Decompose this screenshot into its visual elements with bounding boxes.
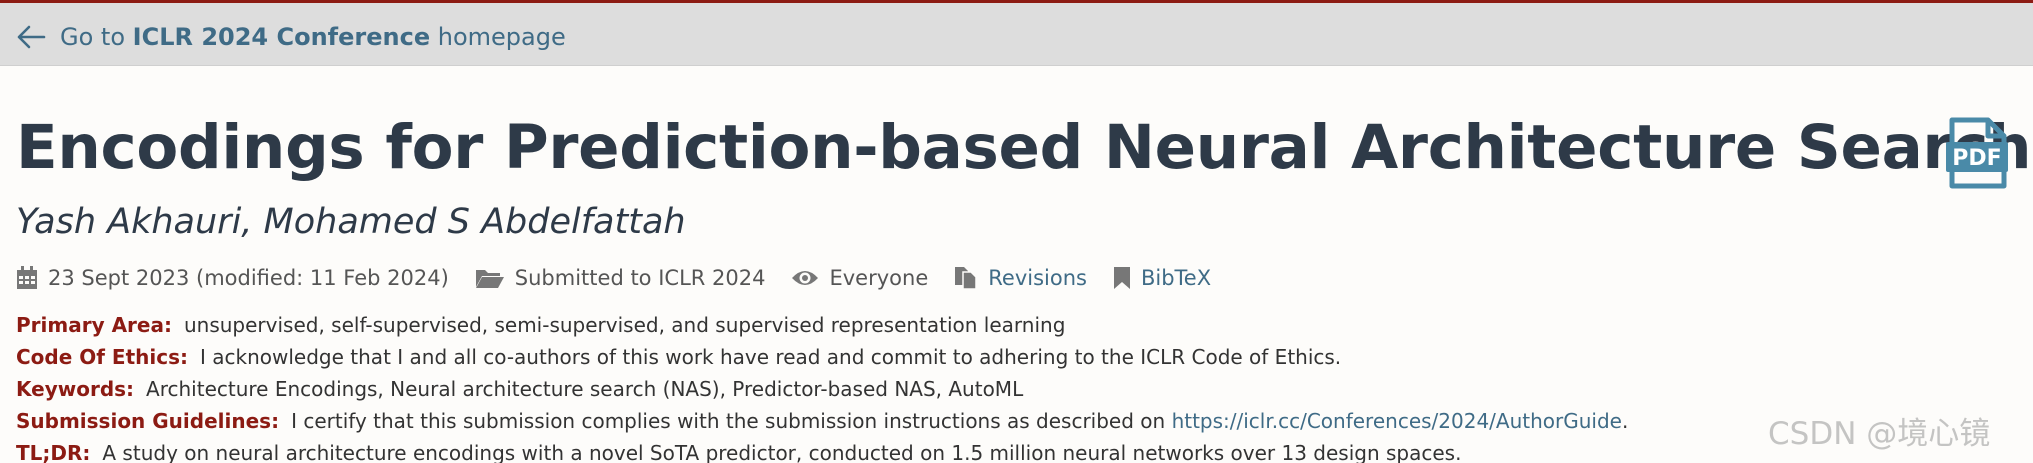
keywords-label: Keywords: bbox=[16, 377, 135, 401]
paper-authors[interactable]: Yash Akhauri, Mohamed S Abdelfattah bbox=[16, 202, 686, 242]
primary-area-value: unsupervised, self-supervised, semi-supe… bbox=[183, 313, 1066, 337]
keywords-value: Architecture Encodings, Neural architect… bbox=[146, 377, 1024, 401]
bookmark-icon bbox=[1113, 267, 1130, 289]
top-nav-bar: Go to ICLR 2024 Conference homepage bbox=[0, 0, 2033, 66]
note-fields: Primary Area: unsupervised, self-supervis… bbox=[16, 309, 1628, 463]
calendar-icon bbox=[17, 266, 37, 289]
pdf-download-icon[interactable]: PDF bbox=[1946, 116, 2010, 190]
meta-row: 23 Sept 2023 (modified: 11 Feb 2024) Sub… bbox=[16, 266, 1237, 290]
readers-text: Everyone bbox=[829, 266, 929, 290]
guidelines-label: Submission Guidelines: bbox=[16, 409, 280, 433]
revisions-meta[interactable]: Revisions bbox=[954, 266, 1087, 290]
back-link-prefix: Go to bbox=[60, 23, 126, 51]
eye-icon bbox=[792, 271, 819, 285]
bibtex-link[interactable]: BibTeX bbox=[1141, 266, 1211, 290]
watermark: CSDN @境心镜 bbox=[1768, 416, 1991, 452]
field-keywords: Keywords: Architecture Encodings, Neural … bbox=[16, 373, 1628, 405]
field-primary-area: Primary Area: unsupervised, self-supervis… bbox=[16, 309, 1628, 341]
bibtex-meta[interactable]: BibTeX bbox=[1113, 266, 1211, 290]
ethics-label: Code Of Ethics: bbox=[16, 345, 189, 369]
readers-meta: Everyone bbox=[791, 266, 928, 290]
date-meta: 23 Sept 2023 (modified: 11 Feb 2024) bbox=[16, 266, 449, 290]
back-link-suffix: homepage bbox=[437, 23, 566, 51]
tldr-label: TL;DR: bbox=[16, 441, 91, 463]
revisions-icon bbox=[955, 267, 977, 290]
field-tldr: TL;DR: A study on neural architecture enc… bbox=[16, 437, 1628, 463]
field-submission-guidelines: Submission Guidelines: I certify that thi… bbox=[16, 405, 1628, 437]
revisions-link[interactable]: Revisions bbox=[988, 266, 1087, 290]
ethics-value: I acknowledge that I and all co-authors … bbox=[200, 345, 1342, 369]
guidelines-end: . bbox=[1621, 409, 1629, 433]
tldr-value: A study on neural architecture encodings… bbox=[102, 441, 1462, 463]
arrow-left-icon bbox=[17, 25, 46, 49]
paper-title: Encodings for Prediction-based Neural Ar… bbox=[16, 112, 2032, 183]
venue-text: Submitted to ICLR 2024 bbox=[514, 266, 766, 290]
back-link-conference: ICLR 2024 Conference bbox=[132, 23, 431, 51]
pdf-icon-label: PDF bbox=[1952, 146, 2001, 171]
venue-meta: Submitted to ICLR 2024 bbox=[475, 266, 766, 290]
folder-open-icon bbox=[475, 270, 504, 288]
primary-area-label: Primary Area: bbox=[16, 313, 172, 337]
back-to-homepage-link[interactable]: Go to ICLR 2024 Conference homepage bbox=[16, 23, 566, 51]
author-guide-link[interactable]: https://iclr.cc/Conferences/2024/AuthorG… bbox=[1172, 409, 1622, 433]
guidelines-value: I certify that this submission complies … bbox=[291, 409, 1166, 433]
date-text: 23 Sept 2023 (modified: 11 Feb 2024) bbox=[48, 266, 449, 290]
field-code-of-ethics: Code Of Ethics: I acknowledge that I and … bbox=[16, 341, 1628, 373]
